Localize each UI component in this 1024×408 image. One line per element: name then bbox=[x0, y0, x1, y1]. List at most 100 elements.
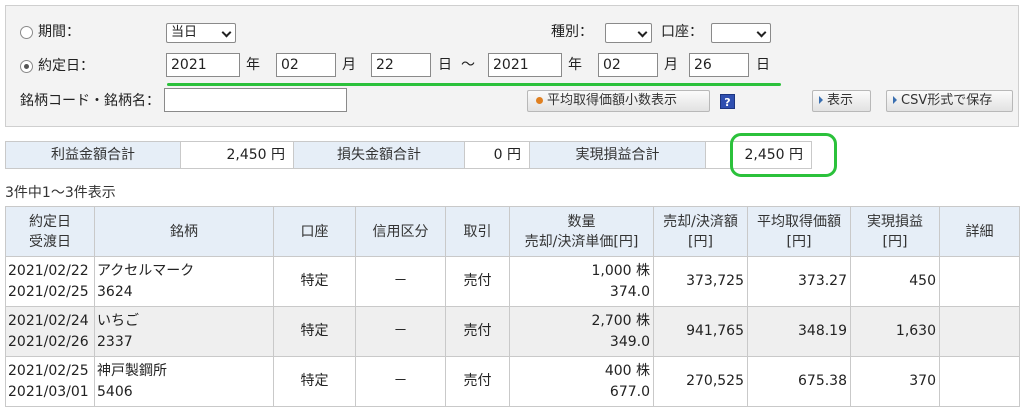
stock-cell: いちご 2337 bbox=[94, 306, 274, 357]
header-amount: 売却/決済額 [円] bbox=[653, 206, 748, 257]
table-header-row: 約定日 受渡日 銘柄 口座 信用区分 取引 数量 売却/決済単価[円] 売却/決済額… bbox=[5, 206, 1020, 257]
stock-code: 2337 bbox=[97, 333, 133, 350]
settle-date: 2021/02/25 bbox=[8, 283, 89, 300]
type-select[interactable] bbox=[605, 23, 652, 43]
margin-cell: － bbox=[355, 356, 446, 407]
detail-cell bbox=[939, 356, 1020, 407]
period-radio[interactable] bbox=[20, 26, 33, 39]
header-avg-unit: [円] bbox=[786, 233, 812, 250]
quantity-cell: 2,700 株 349.0 bbox=[509, 306, 654, 357]
account-select[interactable] bbox=[711, 23, 771, 43]
unit-year: 年 bbox=[568, 57, 582, 73]
result-count: 3件中1～3件表示 bbox=[5, 185, 116, 201]
table-row: 2021/02/24 2021/02/26 いちご 2337 特定 － 売付 2,7… bbox=[5, 306, 1020, 357]
detail-cell bbox=[939, 306, 1020, 357]
show-button-label: 表示 bbox=[827, 93, 854, 108]
period-select[interactable]: 当日 bbox=[166, 23, 236, 43]
trade-date-radio[interactable] bbox=[20, 60, 33, 73]
realized-pl-cell: 1,630 bbox=[850, 306, 940, 357]
to-year-input[interactable]: 2021 bbox=[488, 53, 562, 77]
bullet-icon bbox=[536, 96, 543, 104]
date-cell: 2021/02/24 2021/02/26 bbox=[5, 306, 95, 357]
stock-code-input[interactable] bbox=[164, 88, 347, 112]
margin-cell: － bbox=[355, 306, 446, 357]
trade-cell: 売付 bbox=[445, 356, 510, 407]
settle-date: 2021/02/26 bbox=[8, 333, 89, 350]
unit-price: 677.0 bbox=[609, 383, 650, 400]
header-realized-pl: 実現損益 [円] bbox=[850, 206, 940, 257]
trade-date: 2021/02/22 bbox=[8, 262, 89, 279]
header-avg-price: 平均取得価額 [円] bbox=[747, 206, 851, 257]
header-trade-date: 約定日 bbox=[29, 213, 71, 230]
trade-date-label: 約定日： bbox=[38, 58, 94, 74]
quantity: 400 株 bbox=[604, 362, 650, 379]
date-cell: 2021/02/22 2021/02/25 bbox=[5, 256, 95, 307]
unit-price: 349.0 bbox=[609, 333, 650, 350]
trade-date: 2021/02/25 bbox=[8, 362, 89, 379]
csv-button-label: CSV形式で保存 bbox=[901, 93, 993, 108]
period-label: 期間： bbox=[38, 24, 80, 40]
to-day-input[interactable]: 26 bbox=[689, 53, 749, 77]
chevron-down-icon bbox=[637, 27, 648, 38]
header-qty: 数量 bbox=[567, 213, 596, 230]
header-avg-label: 平均取得価額 bbox=[757, 213, 841, 230]
stock-name: 神戸製鋼所 bbox=[97, 362, 167, 379]
show-button[interactable]: 表示 bbox=[812, 90, 871, 112]
header-margin: 信用区分 bbox=[355, 206, 446, 257]
from-day-input[interactable]: 22 bbox=[371, 53, 431, 77]
avg-price-cell: 373.27 bbox=[747, 256, 851, 307]
table-row: 2021/02/22 2021/02/25 アクセルマーク 3624 特定 － 売付… bbox=[5, 256, 1020, 307]
range-separator: ～ bbox=[461, 57, 475, 73]
chevron-down-icon bbox=[756, 27, 767, 38]
settle-date: 2021/03/01 bbox=[8, 383, 89, 400]
stock-name: いちご bbox=[97, 312, 139, 329]
detail-cell bbox=[939, 256, 1020, 307]
account-cell: 特定 bbox=[273, 256, 356, 307]
from-year-input[interactable]: 2021 bbox=[166, 53, 240, 77]
unit-day: 日 bbox=[438, 57, 452, 73]
to-month-input[interactable]: 02 bbox=[598, 53, 658, 77]
period-select-value: 当日 bbox=[171, 25, 198, 40]
search-panel: 期間： 当日 種別： 口座： 約定日： 2021 年 02 月 22 日 ～ 2… bbox=[5, 5, 1019, 127]
profit-total-value: 2,450 円 bbox=[180, 141, 294, 169]
avg-price-cell: 348.19 bbox=[747, 306, 851, 357]
stock-name: アクセルマーク bbox=[97, 262, 195, 279]
margin-cell: － bbox=[355, 256, 446, 307]
header-amount-unit: [円] bbox=[688, 233, 713, 250]
csv-save-button[interactable]: CSV形式で保存 bbox=[886, 90, 1013, 112]
account-label: 口座： bbox=[661, 24, 703, 40]
loss-total-value: 0 円 bbox=[464, 141, 530, 169]
help-icon[interactable]: ? bbox=[720, 94, 735, 109]
realized-pl-cell: 450 bbox=[850, 256, 940, 307]
quantity-cell: 1,000 株 374.0 bbox=[509, 256, 654, 307]
account-cell: 特定 bbox=[273, 356, 356, 407]
account-cell: 特定 bbox=[273, 306, 356, 357]
avg-price-decimal-button[interactable]: 平均取得価額小数表示 bbox=[527, 90, 710, 112]
stock-cell: アクセルマーク 3624 bbox=[94, 256, 274, 307]
stock-code: 3624 bbox=[97, 283, 133, 300]
trade-cell: 売付 bbox=[445, 256, 510, 307]
unit-month: 月 bbox=[342, 57, 356, 73]
header-quantity: 数量売却/決済単価[円] bbox=[509, 206, 654, 257]
stock-code: 5406 bbox=[97, 383, 133, 400]
from-month-input[interactable]: 02 bbox=[276, 53, 336, 77]
header-pl-unit: [円] bbox=[882, 233, 908, 250]
header-trade: 取引 bbox=[445, 206, 510, 257]
header-account: 口座 bbox=[273, 206, 356, 257]
trades-table: 約定日 受渡日 銘柄 口座 信用区分 取引 数量 売却/決済単価[円] 売却/決済額… bbox=[5, 206, 1020, 407]
loss-total-label: 損失金額合計 bbox=[293, 141, 465, 169]
quantity-cell: 400 株 677.0 bbox=[509, 356, 654, 407]
amount-cell: 270,525 bbox=[653, 356, 748, 407]
arrow-right-icon bbox=[819, 96, 823, 104]
header-unit-price: 売却/決済単価[円] bbox=[524, 233, 639, 250]
profit-total-label: 利益金額合計 bbox=[5, 141, 181, 169]
header-pl-label: 実現損益 bbox=[867, 213, 923, 230]
unit-month: 月 bbox=[664, 57, 678, 73]
avg-price-cell: 675.38 bbox=[747, 356, 851, 407]
amount-cell: 941,765 bbox=[653, 306, 748, 357]
avg-price-button-label: 平均取得価額小数表示 bbox=[547, 93, 678, 108]
unit-price: 374.0 bbox=[609, 283, 650, 300]
realized-total-label: 実現損益合計 bbox=[529, 141, 706, 169]
chevron-down-icon bbox=[221, 27, 232, 38]
type-label: 種別： bbox=[551, 24, 593, 40]
